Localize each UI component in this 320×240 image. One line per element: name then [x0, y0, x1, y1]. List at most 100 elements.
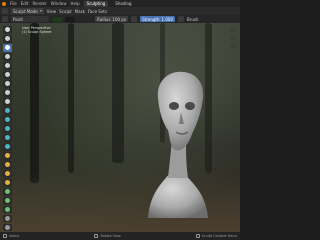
- pinch-tool-button[interactable]: [3, 151, 12, 160]
- chevron-down-icon: [39, 10, 42, 12]
- draw-tool-icon: [5, 27, 10, 33]
- paint-brush-icon[interactable]: [2, 16, 8, 22]
- status-context-label: Sculpt Context Menu: [201, 234, 237, 238]
- clay-tool-icon: [5, 54, 10, 60]
- fill-tool-icon: [5, 126, 10, 132]
- menu-help[interactable]: Help: [70, 1, 79, 6]
- tool-header: Paint Radius 100 px Strength 1.000 Brush: [0, 15, 240, 23]
- paint-tool-icon: [5, 45, 10, 51]
- thumb-tool-button[interactable]: [3, 187, 12, 196]
- tree-trunk: [68, 23, 74, 173]
- tab-shading[interactable]: Shading: [112, 1, 134, 7]
- navigation-gizmo: [230, 27, 236, 49]
- secondary-color-swatch[interactable]: [65, 16, 75, 22]
- menu-window[interactable]: Window: [51, 1, 67, 6]
- paint-tool-button[interactable]: [3, 43, 12, 52]
- status-select-label: Select: [9, 234, 20, 238]
- strength-value: 1.000: [161, 16, 173, 22]
- pressure-strength-icon[interactable]: [178, 16, 184, 22]
- right-eye-socket: [185, 102, 195, 110]
- grab-tool-button[interactable]: [3, 160, 12, 169]
- draw-sharp-tool-button[interactable]: [3, 34, 12, 43]
- layer-tool-icon: [5, 72, 10, 78]
- blob-tool-icon: [5, 90, 10, 96]
- menu-face-sets[interactable]: Face Sets: [88, 9, 107, 14]
- viewport-info: User Perspective (1) Sculpt Sphere: [22, 26, 52, 34]
- menu-file[interactable]: File: [10, 1, 17, 6]
- color-swatch[interactable]: [52, 16, 62, 22]
- object-name-text: (1) Sculpt Sphere: [22, 30, 52, 35]
- elastic-deform-tool-button[interactable]: [3, 169, 12, 178]
- mouse-left-icon: [3, 234, 7, 238]
- editor-type-icon[interactable]: [2, 8, 8, 14]
- snake-hook-tool-icon: [5, 180, 10, 186]
- clay-tool-button[interactable]: [3, 52, 12, 61]
- left-eye-socket: [169, 102, 179, 110]
- pose-tool-icon: [5, 198, 10, 204]
- mask-tool-icon: [5, 216, 10, 222]
- status-select: Select: [3, 234, 19, 238]
- scrape-tool-button[interactable]: [3, 133, 12, 142]
- menu-view[interactable]: View: [47, 9, 57, 14]
- pinch-tool-icon: [5, 153, 10, 159]
- menu-sculpt[interactable]: Sculpt: [59, 9, 72, 14]
- sculpt-toolbar: [3, 26, 12, 232]
- mode-label: Sculpt Mode: [13, 8, 38, 14]
- brush-name: Paint: [13, 16, 23, 22]
- top-bar: File Edit Render Window Help Sculpting S…: [0, 0, 240, 7]
- status-rotate: Rotate View: [94, 234, 121, 238]
- sculpted-head-model[interactable]: [140, 68, 210, 218]
- menu-edit[interactable]: Edit: [21, 1, 29, 6]
- layer-tool-button[interactable]: [3, 70, 12, 79]
- mask-tool-button[interactable]: [3, 214, 12, 223]
- scrape-tool-icon: [5, 135, 10, 141]
- smooth-tool-button[interactable]: [3, 106, 12, 115]
- fill-tool-button[interactable]: [3, 124, 12, 133]
- draw-tool-button[interactable]: [3, 26, 12, 34]
- mouse-middle-icon: [94, 234, 99, 238]
- brush-menu[interactable]: Brush: [187, 17, 199, 22]
- strength-label: Strength: [142, 16, 160, 22]
- status-context: Sculpt Context Menu: [195, 234, 237, 238]
- tab-sculpting[interactable]: Sculpting: [83, 0, 109, 7]
- blob-tool-button[interactable]: [3, 88, 12, 97]
- zoom-icon[interactable]: [230, 27, 236, 33]
- crease-tool-icon: [5, 99, 10, 105]
- menu-render[interactable]: Render: [32, 1, 46, 6]
- radius-value: 100 px: [112, 16, 127, 22]
- clay-strips-tool-button[interactable]: [3, 61, 12, 70]
- flatten-tool-icon: [5, 117, 10, 123]
- status-bar: Select Rotate View Sculpt Context Menu: [0, 232, 240, 240]
- crease-tool-button[interactable]: [3, 97, 12, 106]
- smooth-tool-icon: [5, 108, 10, 114]
- radius-field[interactable]: Radius 100 px: [95, 16, 129, 22]
- blender-logo-icon[interactable]: [2, 1, 6, 6]
- 3d-viewport[interactable]: User Perspective (1) Sculpt Sphere: [0, 23, 240, 232]
- pose-tool-button[interactable]: [3, 196, 12, 205]
- flatten-tool-button[interactable]: [3, 115, 12, 124]
- clay-strips-tool-icon: [5, 63, 10, 69]
- elastic-deform-tool-icon: [5, 171, 10, 177]
- mouse-right-icon: [195, 234, 200, 238]
- nudge-tool-button[interactable]: [3, 205, 12, 214]
- brush-selector[interactable]: Paint: [11, 16, 49, 22]
- snake-hook-tool-button[interactable]: [3, 178, 12, 187]
- menu-mask[interactable]: Mask: [75, 9, 85, 14]
- strength-field[interactable]: Strength 1.000: [140, 16, 175, 22]
- box-mask-tool-button[interactable]: [3, 223, 12, 232]
- tree-trunk: [30, 23, 39, 183]
- camera-icon[interactable]: [230, 43, 236, 49]
- draw-sharp-tool-icon: [5, 36, 10, 42]
- pressure-radius-icon[interactable]: [131, 16, 138, 22]
- inflate-tool-button[interactable]: [3, 79, 12, 88]
- bust-shoulders: [148, 173, 208, 218]
- editor-header: Sculpt Mode View Sculpt Mask Face Sets: [0, 7, 240, 15]
- pan-icon[interactable]: [230, 35, 236, 41]
- multiplane-scrape-tool-button[interactable]: [3, 142, 12, 151]
- grab-tool-icon: [5, 162, 10, 168]
- mode-dropdown[interactable]: Sculpt Mode: [11, 8, 44, 14]
- head: [157, 71, 204, 151]
- multiplane-scrape-tool-icon: [5, 144, 10, 150]
- radius-label: Radius: [97, 16, 111, 22]
- tree-trunk: [112, 23, 124, 163]
